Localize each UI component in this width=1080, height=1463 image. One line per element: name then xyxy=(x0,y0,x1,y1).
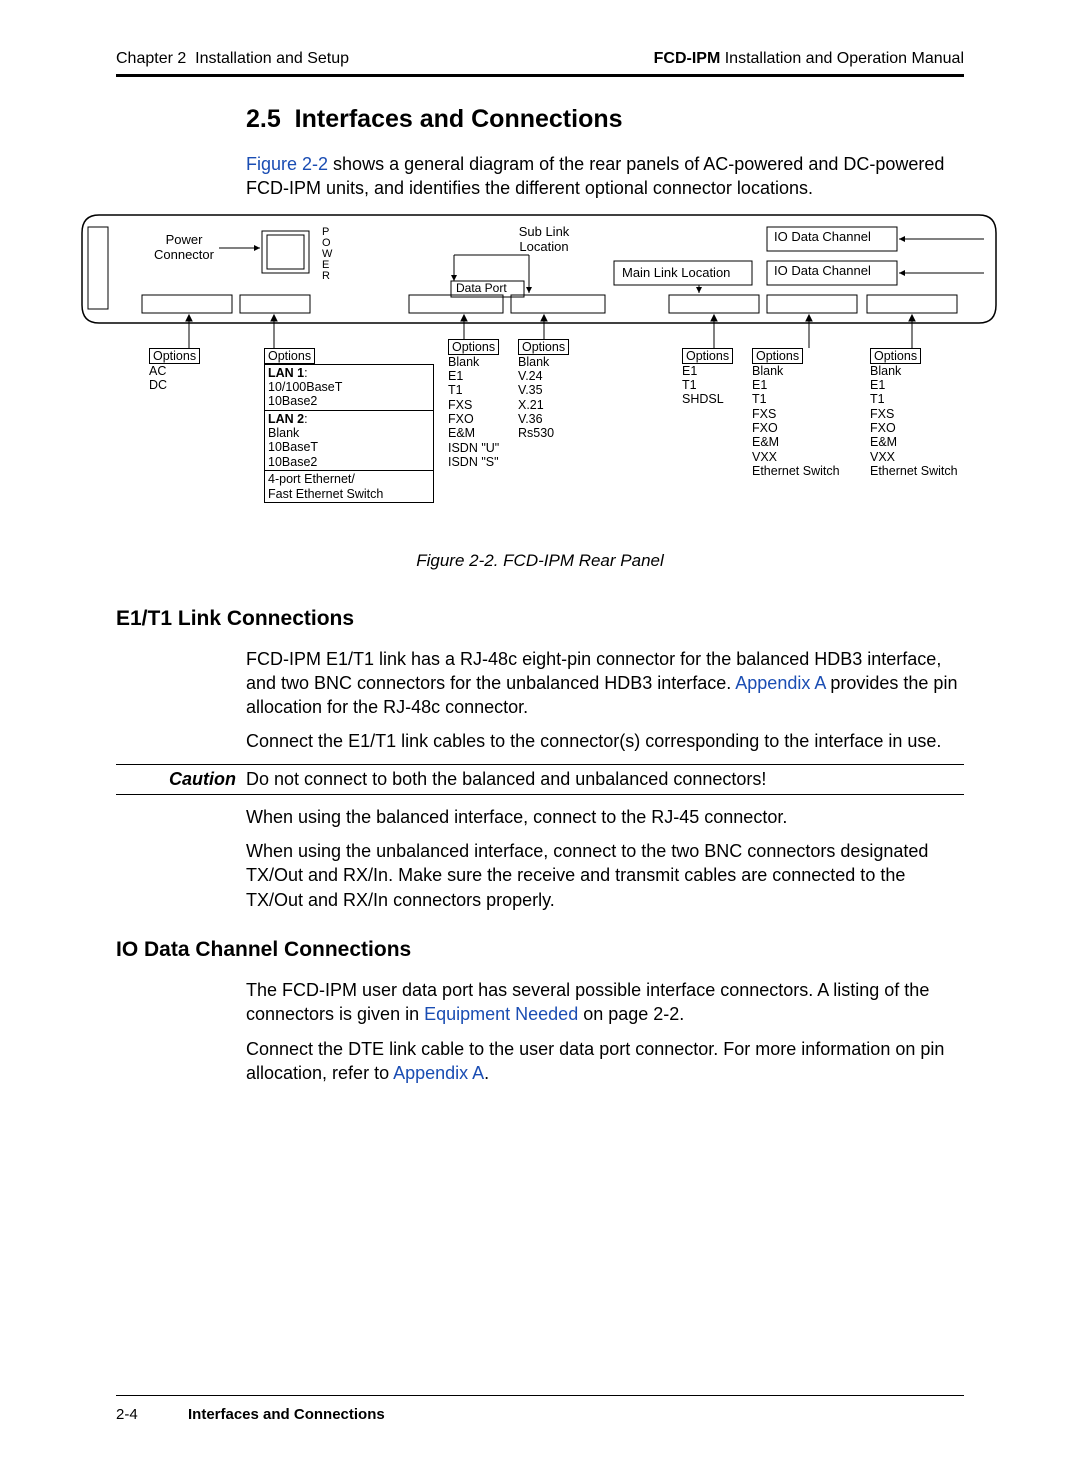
paragraph: FCD-IPM E1/T1 link has a RJ-48c eight-pi… xyxy=(246,647,964,720)
label-sub-link: Sub LinkLocation xyxy=(499,225,589,255)
label-power-vertical: POWER xyxy=(322,227,332,282)
options-header: Options xyxy=(682,348,733,364)
paragraph: Connect the E1/T1 link cables to the con… xyxy=(246,729,964,753)
link-figure-2-2[interactable]: Figure 2-2 xyxy=(246,154,328,174)
options-list: ACDC xyxy=(149,364,219,393)
options-col-6: Options BlankE1T1FXSFXOE&MVXXEthernet Sw… xyxy=(752,348,864,479)
label-power-connector: PowerConnector xyxy=(150,233,218,263)
paragraph: Connect the DTE link cable to the user d… xyxy=(246,1037,964,1086)
link-appendix-a[interactable]: Appendix A xyxy=(393,1063,484,1083)
options-list: BlankE1T1FXSFXOE&MVXXEthernet Switch xyxy=(752,364,864,479)
footer-page-number: 2-4 xyxy=(116,1406,188,1423)
options-list: BlankE1T1FXSFXOE&MISDN "U"ISDN "S" xyxy=(448,355,516,470)
label-data-port: Data Port xyxy=(456,282,507,296)
header-product: FCD-IPM xyxy=(654,50,721,67)
header-chapter: Chapter 2 xyxy=(116,50,186,67)
options-header: Options xyxy=(264,348,315,364)
options-header: Options xyxy=(752,348,803,364)
section-name: Interfaces and Connections xyxy=(295,105,623,133)
options-header: Options xyxy=(149,348,200,364)
options-col-2: Options LAN 1: 10/100BaseT 10Base2 LAN 2… xyxy=(264,348,434,503)
paragraph: When using the balanced interface, conne… xyxy=(246,805,964,829)
options-group: LAN 1: 10/100BaseT 10Base2 xyxy=(264,364,434,411)
header-left: Chapter 2 Installation and Setup xyxy=(116,50,349,68)
options-list: E1T1SHDSL xyxy=(682,364,744,407)
options-list: BlankE1T1FXSFXOE&MVXXEthernet Switch xyxy=(870,364,982,479)
options-header: Options xyxy=(518,339,569,355)
footer-section-title: Interfaces and Connections xyxy=(188,1406,385,1423)
options-col-3: Options BlankE1T1FXSFXOE&MISDN "U"ISDN "… xyxy=(448,339,516,470)
options-header: Options xyxy=(870,348,921,364)
subheading-e1t1: E1/T1 Link Connections xyxy=(116,607,964,631)
caution-block: Caution Do not connect to both the balan… xyxy=(116,764,964,795)
label-io-channel-2: IO Data Channel xyxy=(774,264,871,279)
caution-text: Do not connect to both the balanced and … xyxy=(246,769,766,790)
options-group: LAN 2: Blank 10BaseT 10Base2 xyxy=(264,411,434,472)
label-main-link: Main Link Location xyxy=(622,266,730,281)
paragraph: The FCD-IPM user data port has several p… xyxy=(246,978,964,1027)
page-footer: 2-4 Interfaces and Connections xyxy=(116,1395,964,1423)
page-header: Chapter 2 Installation and Setup FCD-IPM… xyxy=(116,50,964,68)
header-manual-title: Installation and Operation Manual xyxy=(720,50,964,67)
options-col-4: Options BlankV.24V.35X.21V.36Rs530 xyxy=(518,339,586,441)
options-col-5: Options E1T1SHDSL xyxy=(682,348,744,407)
caution-label: Caution xyxy=(116,769,236,790)
section-title: 2.5 Interfaces and Connections xyxy=(246,105,964,134)
options-col-1: Options ACDC xyxy=(149,348,219,393)
figure-rear-panel: PowerConnector POWER Sub LinkLocation Ma… xyxy=(74,213,1006,523)
header-divider xyxy=(116,74,964,77)
label-io-channel-1: IO Data Channel xyxy=(774,230,871,245)
link-appendix-a[interactable]: Appendix A xyxy=(735,673,825,693)
options-col-7: Options BlankE1T1FXSFXOE&MVXXEthernet Sw… xyxy=(870,348,982,479)
intro-paragraph: Figure 2-2 shows a general diagram of th… xyxy=(246,152,964,201)
intro-text: shows a general diagram of the rear pane… xyxy=(246,154,944,198)
paragraph: When using the unbalanced interface, con… xyxy=(246,839,964,912)
link-equipment-needed[interactable]: Equipment Needed xyxy=(424,1004,578,1024)
header-right: FCD-IPM Installation and Operation Manua… xyxy=(654,50,964,68)
figure-caption: Figure 2-2. FCD-IPM Rear Panel xyxy=(116,551,964,571)
subheading-io: IO Data Channel Connections xyxy=(116,938,964,962)
options-group: 4-port Ethernet/ Fast Ethernet Switch xyxy=(264,471,434,503)
header-title: Installation and Setup xyxy=(195,50,349,67)
options-header: Options xyxy=(448,339,499,355)
options-list: BlankV.24V.35X.21V.36Rs530 xyxy=(518,355,586,441)
section-number: 2.5 xyxy=(246,105,281,133)
